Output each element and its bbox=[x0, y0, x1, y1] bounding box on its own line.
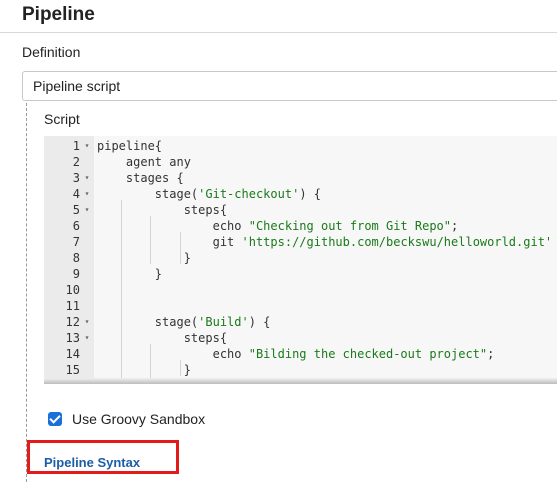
line-number: 1 bbox=[72, 139, 80, 153]
script-label: Script bbox=[44, 111, 80, 127]
script-editor[interactable]: 1 ▾ pipeline{2 agent any 3 ▾ stages {4 ▾ stag… bbox=[44, 136, 557, 384]
code-text: echo "Checking out from Git Repo"; bbox=[97, 218, 459, 234]
code-text: stages { bbox=[97, 170, 184, 186]
code-line[interactable]: 13 ▾ steps{ bbox=[44, 330, 557, 346]
line-number: 8 bbox=[72, 251, 80, 265]
fold-toggle-icon[interactable]: ▾ bbox=[82, 314, 92, 330]
code-line[interactable]: 11 bbox=[44, 298, 557, 314]
fold-toggle-icon[interactable]: ▾ bbox=[82, 170, 92, 186]
code-token: steps{ bbox=[97, 331, 228, 345]
code-token: ; bbox=[487, 347, 495, 361]
code-line[interactable]: 5 ▾ steps{ bbox=[44, 202, 557, 218]
code-line[interactable]: 1 ▾ pipeline{ bbox=[44, 138, 557, 154]
code-line[interactable]: 7 git 'https://github.com/beckswu/hellow… bbox=[44, 234, 557, 250]
code-token: agent any bbox=[97, 155, 191, 169]
code-token: git bbox=[97, 235, 242, 249]
line-number: 5 bbox=[72, 203, 80, 217]
sandbox-checkbox[interactable] bbox=[48, 412, 62, 426]
nested-section-guide bbox=[26, 103, 27, 482]
title-divider bbox=[0, 32, 557, 33]
code-line[interactable]: 2 agent any bbox=[44, 154, 557, 170]
code-text: stage('Build') { bbox=[97, 314, 271, 330]
definition-label: Definition bbox=[22, 44, 81, 60]
line-number: 12 bbox=[65, 315, 80, 329]
code-text: stage('Git-checkout') { bbox=[97, 186, 321, 202]
code-token: ) { bbox=[248, 315, 271, 329]
line-number: 3 bbox=[72, 171, 80, 185]
code-token: stage( bbox=[97, 187, 199, 201]
string-token: "Bilding the checked-out project" bbox=[248, 347, 488, 361]
code-line[interactable]: 15 } bbox=[44, 362, 557, 378]
code-line[interactable]: 8 } bbox=[44, 250, 557, 266]
line-number: 9 bbox=[72, 267, 80, 281]
fold-toggle-icon[interactable]: ▾ bbox=[82, 138, 92, 154]
code-line[interactable]: 9 } bbox=[44, 266, 557, 282]
line-number: 6 bbox=[72, 219, 80, 233]
line-number: 4 bbox=[72, 187, 80, 201]
fold-toggle-icon[interactable]: ▾ bbox=[82, 330, 92, 346]
code-text: git 'https://github.com/beckswu/hellowor… bbox=[97, 234, 553, 250]
line-number: 10 bbox=[65, 283, 80, 297]
code-line[interactable]: 6 echo "Checking out from Git Repo"; bbox=[44, 218, 557, 234]
code-token: stage( bbox=[97, 315, 199, 329]
code-token: } bbox=[97, 267, 163, 281]
code-text: echo "Bilding the checked-out project"; bbox=[97, 346, 495, 362]
string-token: "Checking out from Git Repo" bbox=[248, 219, 452, 233]
code-line[interactable]: 10 bbox=[44, 282, 557, 298]
pipeline-syntax-link[interactable]: Pipeline Syntax bbox=[44, 455, 140, 470]
code-text: agent any bbox=[97, 154, 191, 170]
string-token: 'Git-checkout' bbox=[198, 187, 300, 201]
string-token: 'Build' bbox=[198, 315, 249, 329]
code-token: pipeline{ bbox=[97, 139, 163, 153]
line-number: 13 bbox=[65, 331, 80, 345]
code-token: echo bbox=[97, 347, 249, 361]
code-text: } bbox=[97, 362, 191, 378]
line-number: 7 bbox=[72, 235, 80, 249]
fold-toggle-icon[interactable]: ▾ bbox=[82, 202, 92, 218]
code-text: pipeline{ bbox=[97, 138, 162, 154]
code-line[interactable]: 4 ▾ stage('Git-checkout') { bbox=[44, 186, 557, 202]
fold-toggle-icon[interactable]: ▾ bbox=[82, 186, 92, 202]
code-token: ; bbox=[451, 219, 459, 233]
code-line[interactable]: 3 ▾ stages { bbox=[44, 170, 557, 186]
code-text: steps{ bbox=[97, 330, 227, 346]
sandbox-label: Use Groovy Sandbox bbox=[72, 411, 206, 427]
code-text: steps{ bbox=[97, 202, 227, 218]
line-number: 14 bbox=[65, 347, 80, 361]
string-token: 'https://github.com/beckswu/helloworld.g… bbox=[241, 235, 553, 249]
line-number: 15 bbox=[65, 363, 80, 377]
code-text: } bbox=[97, 250, 191, 266]
sandbox-option[interactable]: Use Groovy Sandbox bbox=[48, 410, 205, 428]
code-line[interactable]: 12 ▾ stage('Build') { bbox=[44, 314, 557, 330]
code-token: } bbox=[97, 251, 191, 265]
code-token: steps{ bbox=[97, 203, 228, 217]
editor-resize-handle[interactable] bbox=[44, 378, 557, 384]
code-token: ) { bbox=[299, 187, 321, 201]
code-line[interactable]: 14 echo "Bilding the checked-out project… bbox=[44, 346, 557, 362]
definition-select[interactable]: Pipeline script bbox=[22, 71, 557, 101]
code-token: echo bbox=[97, 219, 249, 233]
line-number: 11 bbox=[65, 299, 80, 313]
section-title: Pipeline bbox=[22, 4, 95, 25]
code-token: } bbox=[97, 363, 191, 377]
code-text: } bbox=[97, 266, 162, 282]
line-number: 2 bbox=[72, 155, 80, 169]
code-token: stages { bbox=[97, 171, 184, 185]
